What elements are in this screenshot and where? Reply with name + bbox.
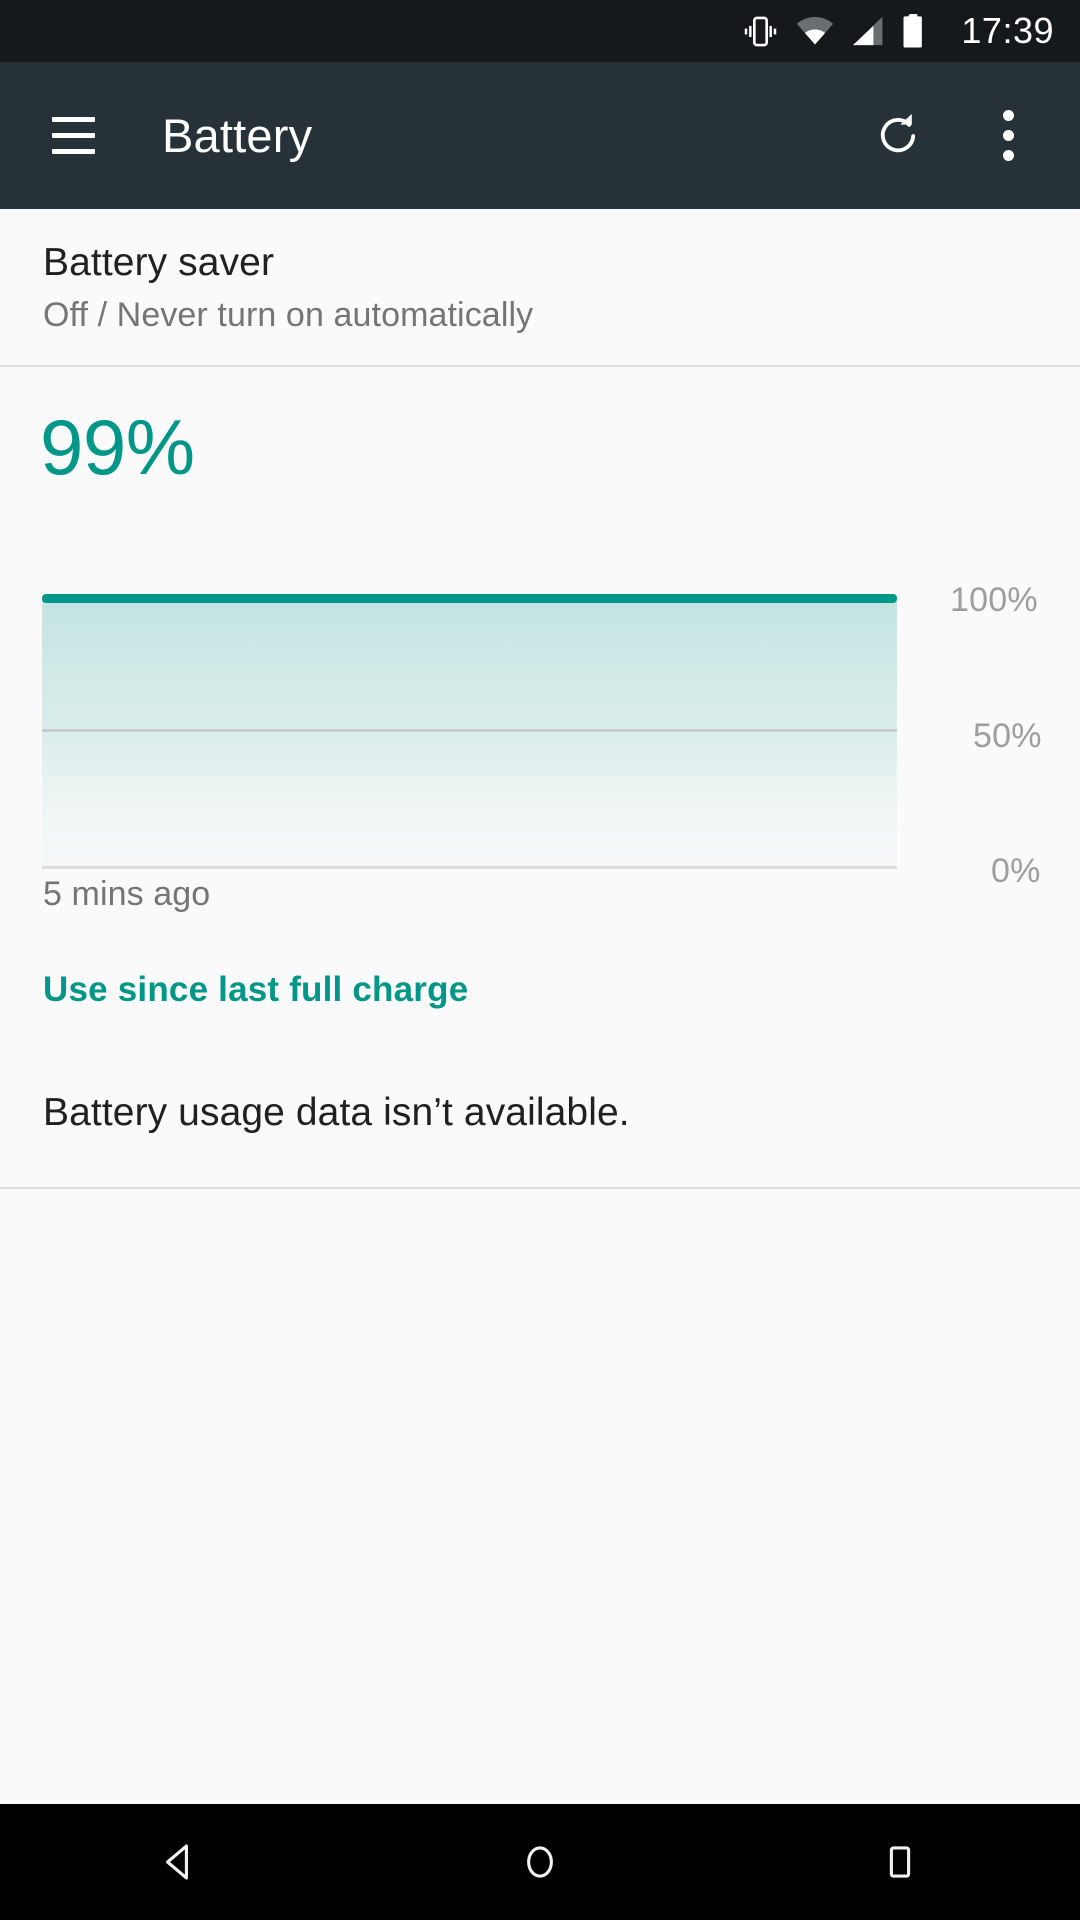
chart-area-fill	[42, 600, 897, 869]
menu-dot	[1002, 130, 1014, 141]
refresh-button[interactable]	[852, 90, 944, 182]
main-content: Battery saver Off / Never turn on automa…	[0, 209, 1080, 1920]
app-bar-actions	[852, 90, 1080, 182]
home-button[interactable]	[440, 1804, 640, 1920]
recents-button[interactable]	[800, 1804, 1000, 1920]
divider	[0, 1186, 1080, 1189]
usage-link-row: Use since last full charge	[0, 914, 1080, 1010]
battery-level-label: 99%	[40, 402, 195, 491]
overflow-menu-icon	[1002, 110, 1014, 161]
chart-label-100: 100%	[950, 580, 1038, 619]
battery-saver-row[interactable]: Battery saver Off / Never turn on automa…	[0, 209, 1080, 365]
status-bar: 17:39	[0, 0, 1080, 62]
battery-usage-empty-message: Battery usage data isn’t available.	[43, 1090, 630, 1134]
vibrate-icon	[745, 16, 777, 46]
back-button[interactable]	[80, 1804, 280, 1920]
back-icon	[165, 1844, 188, 1880]
hamburger-bar	[51, 133, 95, 138]
recents-icon	[889, 1846, 911, 1878]
overflow-menu-button[interactable]	[962, 90, 1054, 182]
menu-dot	[1002, 150, 1014, 161]
chart-baseline-0	[42, 865, 897, 869]
chart-label-0: 0%	[991, 851, 1041, 890]
battery-saver-summary: Off / Never turn on automatically	[43, 295, 534, 334]
wifi-icon	[797, 16, 834, 45]
navigation-bar	[0, 1804, 1080, 1920]
chart-axis-labels: 100% 50% 0%	[920, 559, 1070, 888]
hamburger-bar	[51, 117, 95, 122]
battery-saver-title: Battery saver	[43, 241, 275, 284]
cellular-signal-icon	[853, 16, 883, 46]
chart-plot-area	[42, 593, 897, 869]
home-icon	[527, 1846, 553, 1878]
chart-series-line	[42, 593, 897, 603]
hamburger-bar	[51, 149, 95, 154]
battery-full-icon	[903, 13, 923, 48]
app-bar: Battery	[0, 62, 1080, 209]
page-title: Battery	[162, 109, 313, 162]
hamburger-menu-icon[interactable]	[27, 90, 119, 182]
battery-history-chart[interactable]: 100% 50% 0%	[0, 559, 1080, 888]
status-bar-icons: 17:39	[742, 13, 1054, 50]
chart-gridline-50	[42, 728, 897, 732]
chart-label-50: 50%	[973, 716, 1042, 755]
status-bar-clock: 17:39	[961, 10, 1054, 51]
refresh-icon	[880, 113, 916, 152]
menu-dot	[1002, 110, 1014, 121]
use-since-last-full-charge-link[interactable]: Use since last full charge	[43, 970, 468, 1010]
phone-screen: 17:39 Battery Battery saver Off / Never …	[0, 0, 1080, 1920]
